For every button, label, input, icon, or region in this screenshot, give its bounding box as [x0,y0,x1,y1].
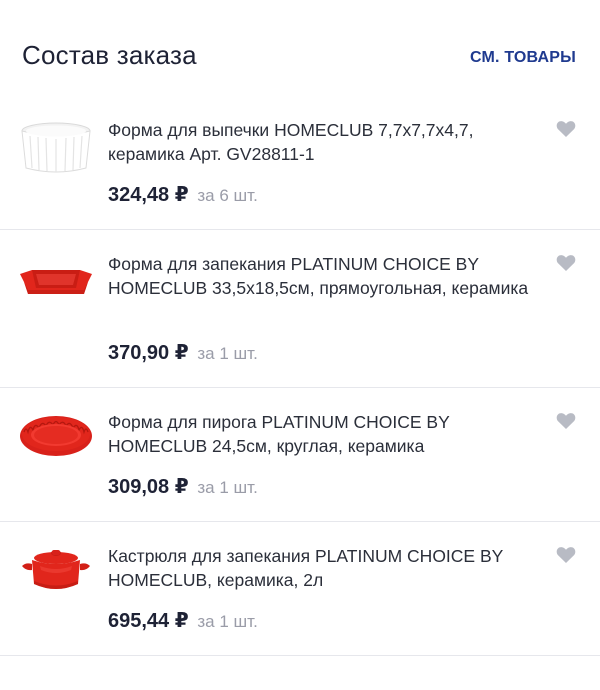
order-item[interactable]: Форма для выпечки HOMECLUB 7,7х7,7х4,7, … [0,94,600,230]
red-baking-dish-icon [20,270,92,294]
order-header: Состав заказа СМ. ТОВАРЫ [0,0,600,100]
white-ramekin-icon [21,122,91,173]
item-quantity: за 1 шт. [197,478,258,497]
item-name[interactable]: Форма для запекания PLATINUM CHOICE BY H… [108,252,538,300]
item-price-line: 309,08 ₽ за 1 шт. [108,474,258,499]
item-name[interactable]: Кастрюля для запекания PLATINUM CHOICE B… [108,544,538,592]
heart-icon[interactable] [556,412,576,430]
item-quantity: за 6 шт. [197,186,258,205]
item-price: 309,08 ₽ [108,476,189,498]
item-price-line: 695,44 ₽ за 1 шт. [108,608,258,633]
order-title: Состав заказа [22,40,197,70]
red-pie-dish-icon [20,416,92,456]
heart-icon[interactable] [556,120,576,138]
order-item[interactable]: Форма для пирога PLATINUM CHOICE BY HOME… [0,388,600,522]
item-price-line: 324,48 ₽ за 6 шт. [108,182,258,207]
order-item[interactable]: Форма для запекания PLATINUM CHOICE BY H… [0,230,600,388]
item-price: 695,44 ₽ [108,610,189,632]
item-name[interactable]: Форма для пирога PLATINUM CHOICE BY HOME… [108,410,538,458]
item-quantity: за 1 шт. [197,344,258,363]
item-price-line: 370,90 ₽ за 1 шт. [108,340,258,365]
item-price: 370,90 ₽ [108,342,189,364]
order-item[interactable]: Кастрюля для запекания PLATINUM CHOICE B… [0,522,600,656]
item-name[interactable]: Форма для выпечки HOMECLUB 7,7х7,7х4,7, … [108,118,538,166]
see-products-link[interactable]: СМ. ТОВАРЫ [470,49,576,67]
red-casserole-icon [22,550,90,589]
order-items-list: Форма для выпечки HOMECLUB 7,7х7,7х4,7, … [0,94,600,656]
heart-icon[interactable] [556,254,576,272]
heart-icon[interactable] [556,546,576,564]
item-price: 324,48 ₽ [108,184,189,206]
item-quantity: за 1 шт. [197,612,258,631]
